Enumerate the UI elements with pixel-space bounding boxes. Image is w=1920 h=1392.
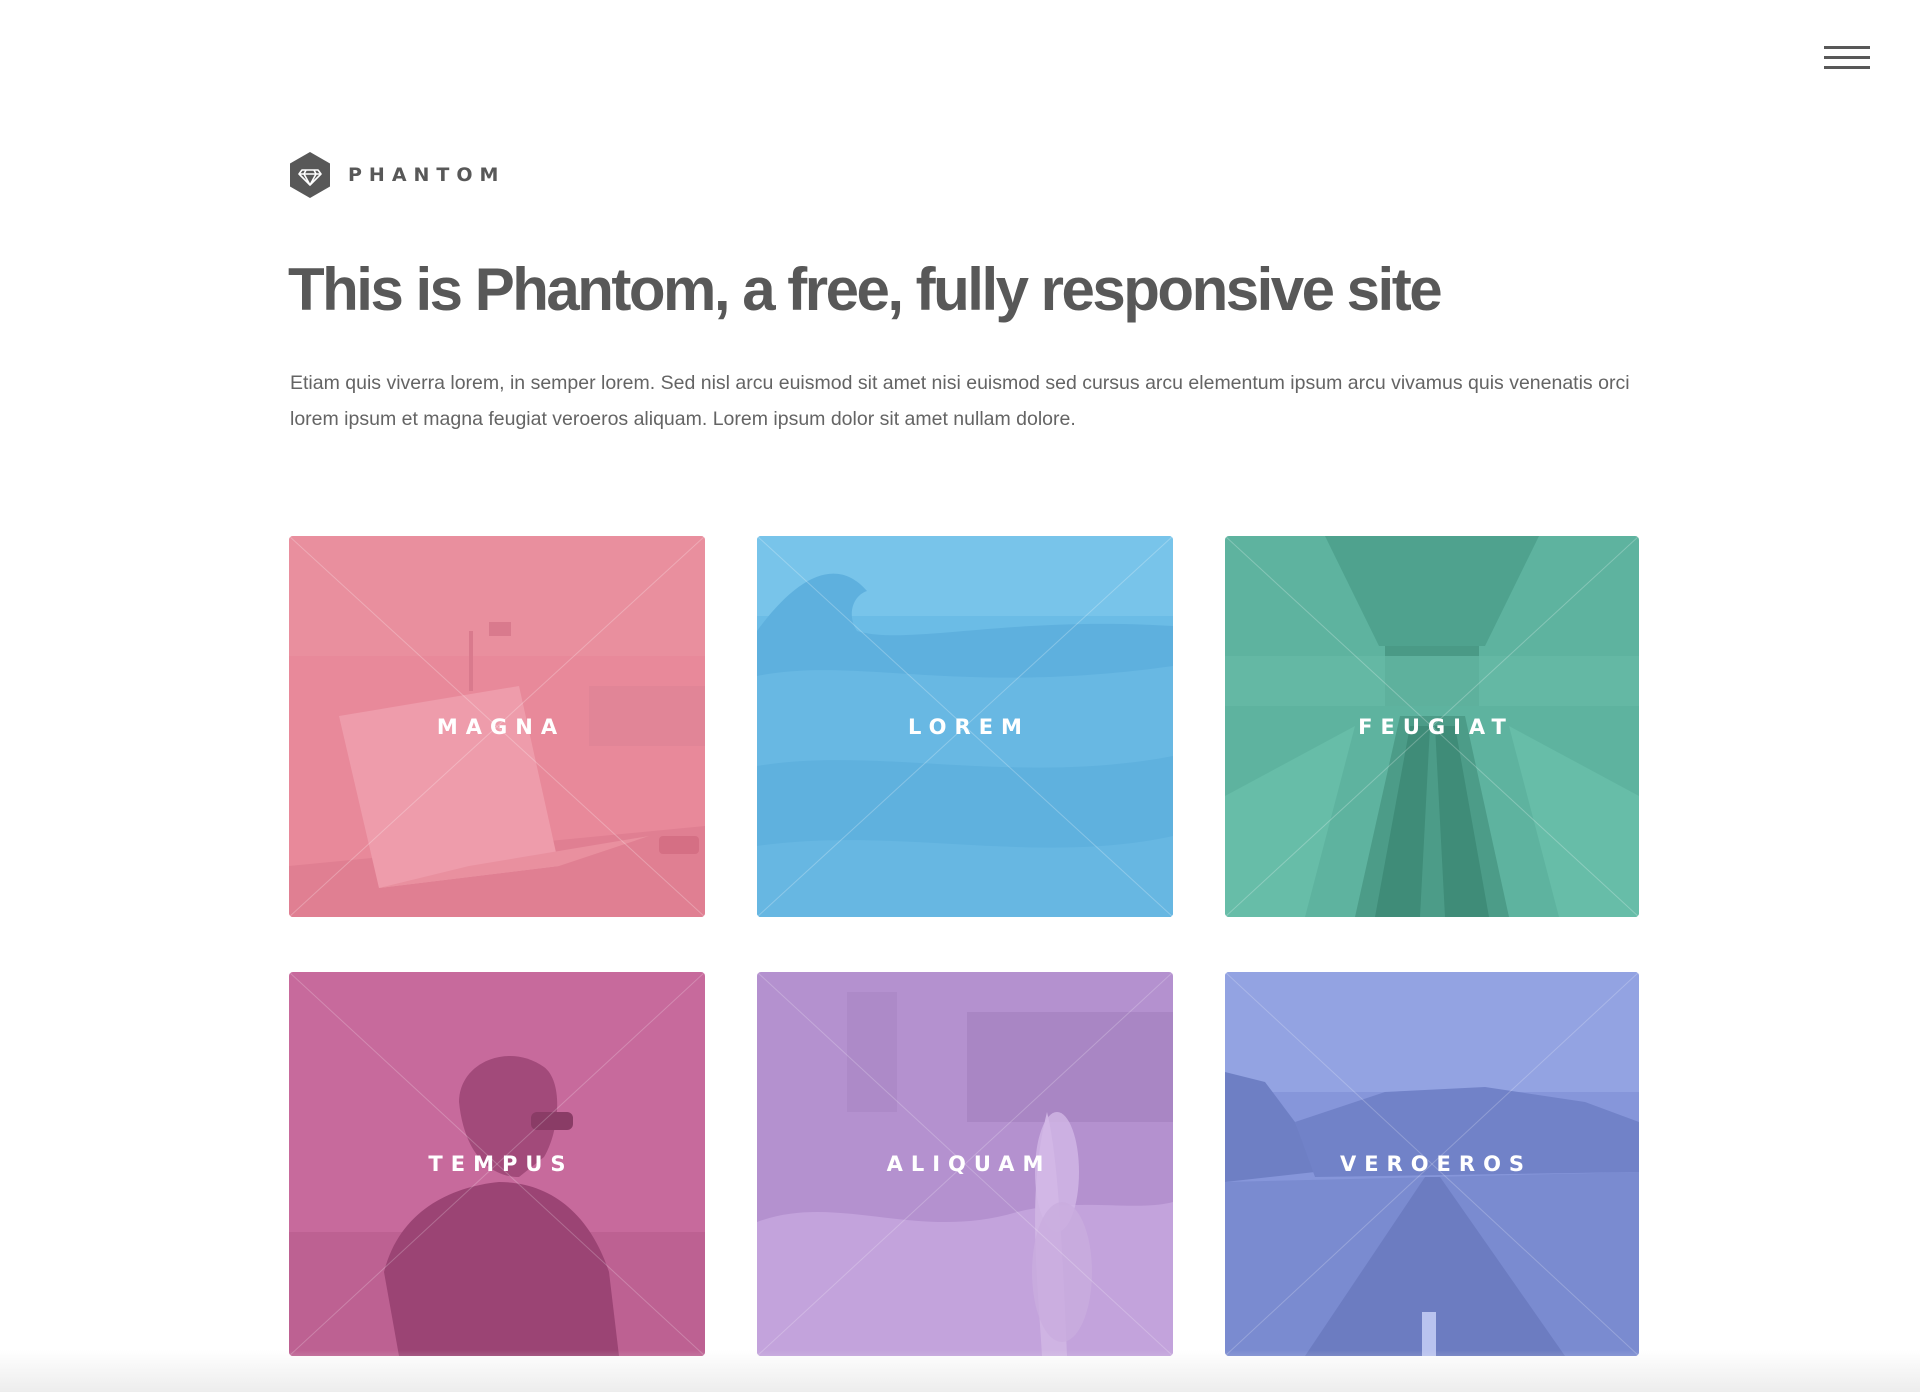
page-title: This is Phantom, a free, fully responsiv… [288, 256, 1443, 323]
tile-label: TEMPUS [428, 1152, 574, 1176]
diamond-icon [290, 152, 330, 198]
tile-label: VEROEROS [1339, 1152, 1533, 1176]
tile-feugiat[interactable]: FEUGIAT [1225, 536, 1639, 917]
intro-paragraph: Etiam quis viverra lorem, in semper lore… [290, 372, 1630, 430]
logo-link[interactable]: PHANTOM [290, 152, 505, 198]
tile-lorem[interactable]: LOREM [757, 536, 1173, 917]
tile-tempus[interactable]: TEMPUS [289, 972, 705, 1356]
tile-label: FEUGIAT [1358, 714, 1514, 739]
tiles-grid: MAGNA LOREM FEUGIAT TEMPUS ALIQUAM VEROE… [289, 536, 1639, 1376]
tile-magna[interactable]: MAGNA [289, 536, 705, 917]
logo-text: PHANTOM [348, 164, 506, 186]
tile-label: MAGNA [436, 714, 566, 739]
page: PHANTOM This is Phantom, a free, fully r… [0, 0, 1920, 1392]
hamburger-menu-icon[interactable] [1824, 44, 1870, 74]
tile-aliquam[interactable]: ALIQUAM [757, 972, 1173, 1356]
tile-veroeros[interactable]: VEROEROS [1225, 972, 1639, 1356]
tile-label: ALIQUAM [886, 1152, 1052, 1176]
tile-label: LOREM [908, 714, 1030, 739]
